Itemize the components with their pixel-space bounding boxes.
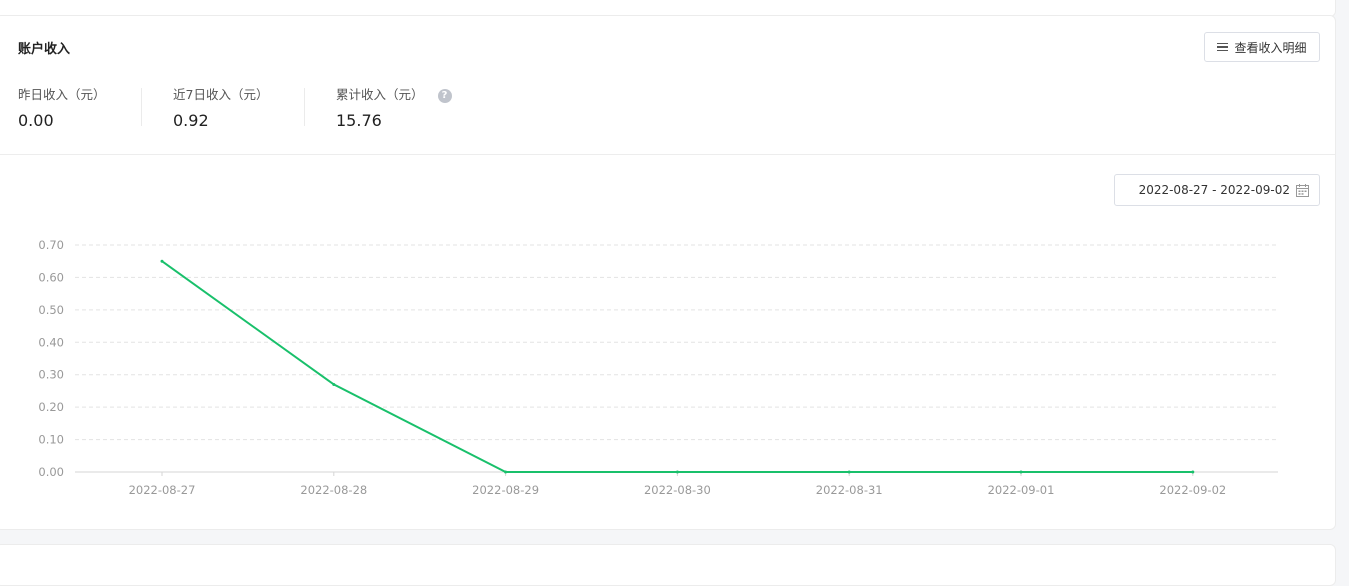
next-card: [0, 544, 1336, 586]
x-tick-label: 2022-09-01: [988, 483, 1055, 497]
data-point: [504, 470, 508, 474]
income-line-chart: 0.00 0.10 0.20 0.30 0.40 0.50 0.60 0.70 2022-08-…: [38, 238, 1278, 497]
y-tick-label: 0.20: [38, 400, 64, 414]
y-tick-label: 0.50: [38, 303, 64, 317]
y-tick-label: 0.70: [38, 238, 64, 252]
y-tick-label: 0.30: [38, 368, 64, 382]
x-tick-label: 2022-08-29: [472, 483, 539, 497]
data-point: [1019, 470, 1023, 474]
x-tick-label: 2022-08-27: [129, 483, 196, 497]
y-tick-label: 0.10: [38, 433, 64, 447]
y-tick-label: 0.00: [38, 465, 64, 479]
data-point: [1191, 470, 1195, 474]
x-tick-label: 2022-08-31: [816, 483, 883, 497]
x-tick-label: 2022-08-28: [300, 483, 367, 497]
x-tick-label: 2022-09-02: [1159, 483, 1226, 497]
y-tick-label: 0.40: [38, 335, 64, 349]
data-point: [160, 259, 164, 263]
y-tick-label: 0.60: [38, 270, 64, 284]
data-point: [847, 470, 851, 474]
data-point: [675, 470, 679, 474]
series-line: [161, 260, 1193, 473]
x-tick-label: 2022-08-30: [644, 483, 711, 497]
data-point: [332, 382, 336, 386]
